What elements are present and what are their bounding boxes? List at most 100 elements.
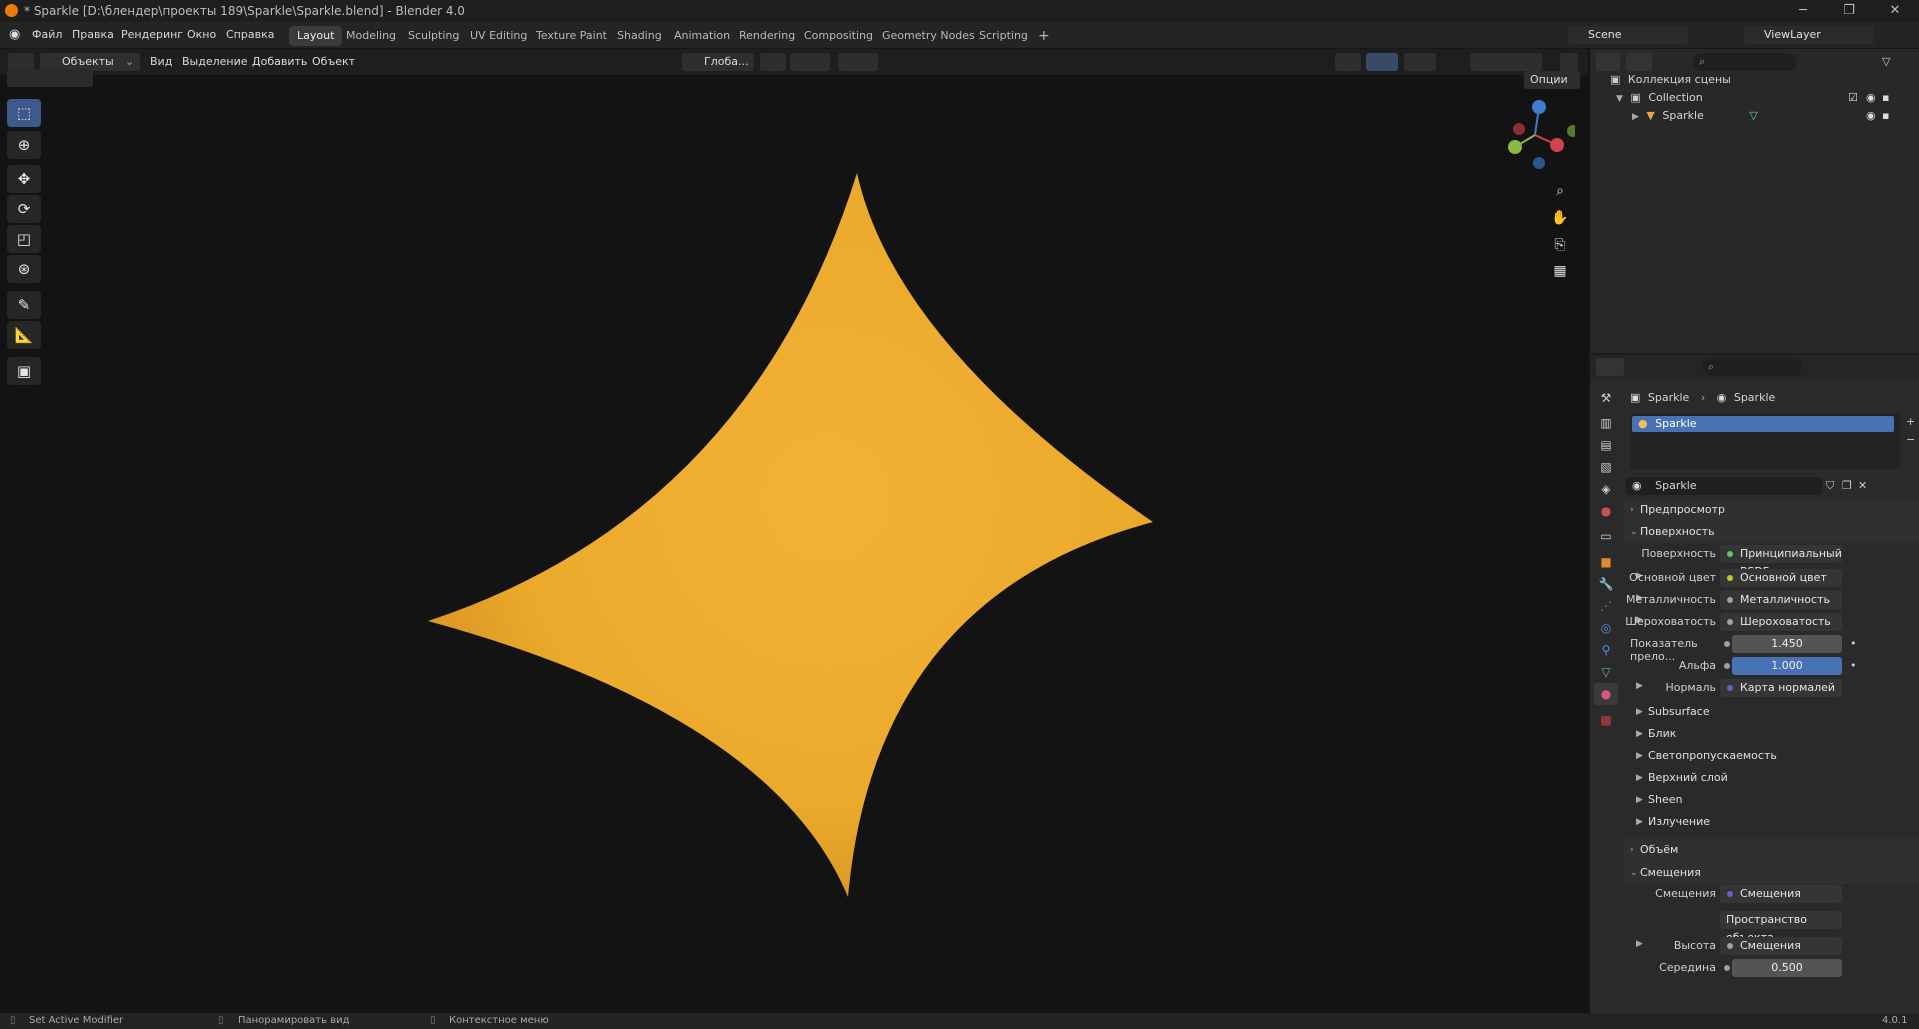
tab-texture-paint[interactable]: Texture Paint <box>528 26 615 46</box>
outliner-type-button[interactable] <box>1596 53 1620 71</box>
3d-viewport[interactable]: Опции ⬚ ⊕ ✥ ⟳ ◰ ⊛ ✎ 📐 ▣ ⌕ ✋ ⎘ ▦ <box>0 69 1588 1013</box>
subpanel-emission[interactable]: ▶ Излучение <box>1624 811 1919 833</box>
material-slot-active[interactable]: ● Sparkle <box>1632 416 1894 432</box>
outliner-row-sparkle[interactable]: ▶ ▼ Sparkle ▽ ◉ ▪ <box>1632 107 1889 125</box>
modifier-tab-icon[interactable]: 🔧 <box>1594 573 1618 595</box>
tool-tab-icon[interactable]: ⚒ <box>1594 387 1618 409</box>
collection-tab-icon[interactable]: ▭ <box>1594 525 1618 547</box>
expand-arrow-icon[interactable]: ▼ <box>1616 94 1623 104</box>
axis-x-icon[interactable] <box>1550 138 1564 152</box>
menu-object[interactable]: Объект <box>312 53 355 71</box>
tab-geometry-nodes[interactable]: Geometry Nodes <box>874 26 983 46</box>
displacement-space-select[interactable]: Пространство объекта <box>1720 911 1842 944</box>
pause-button[interactable] <box>1560 53 1578 71</box>
proportional-edit-button[interactable] <box>838 53 878 71</box>
maximize-button[interactable]: ❐ <box>1826 0 1872 22</box>
midlevel-field[interactable]: 0.500 <box>1732 959 1842 977</box>
sparkle-object[interactable] <box>0 75 1588 1013</box>
material-slot-list[interactable]: ● Sparkle <box>1630 413 1900 469</box>
duplicate-icon[interactable]: ❐ <box>1842 479 1852 492</box>
overlay-button[interactable] <box>1404 53 1436 71</box>
menu-view[interactable]: Вид <box>150 53 172 71</box>
menu-select[interactable]: Выделение <box>182 53 248 71</box>
section-preview[interactable]: › Предпросмотр <box>1624 499 1919 521</box>
material-tab-icon[interactable]: ● <box>1594 683 1618 705</box>
tab-uv-editing[interactable]: UV Editing <box>462 26 535 46</box>
physics-tab-icon[interactable]: ◎ <box>1594 617 1618 639</box>
axis-y-icon[interactable] <box>1508 140 1522 154</box>
roughness-field[interactable]: Шероховатость <box>1720 613 1842 631</box>
keyframe-dot-icon[interactable]: • <box>1850 637 1857 650</box>
metallic-field[interactable]: Металличность <box>1720 591 1842 609</box>
tab-animation[interactable]: Animation <box>666 26 738 46</box>
zoom-icon[interactable]: ⌕ <box>1547 178 1573 204</box>
world-tab-icon[interactable]: ● <box>1594 500 1618 522</box>
menu-render[interactable]: Рендеринг <box>121 28 183 41</box>
menu-edit[interactable]: Правка <box>72 28 114 41</box>
texture-tab-icon[interactable]: ▩ <box>1594 709 1618 731</box>
subpanel-specular[interactable]: ▶ Блик <box>1624 723 1919 745</box>
unlink-icon[interactable]: ✕ <box>1858 479 1867 492</box>
visibility-button[interactable] <box>1335 53 1361 71</box>
close-button[interactable]: ✕ <box>1872 0 1918 22</box>
menu-file[interactable]: Файл <box>32 28 62 41</box>
menu-add[interactable]: Добавить <box>252 53 307 71</box>
subpanel-sheen[interactable]: ▶ Sheen <box>1624 789 1919 811</box>
minimize-button[interactable]: ─ <box>1780 0 1826 22</box>
ior-field[interactable]: 1.450 <box>1732 635 1842 653</box>
pivot-button[interactable] <box>760 53 786 71</box>
particles-tab-icon[interactable]: ⋰ <box>1594 595 1618 617</box>
tab-compositing[interactable]: Compositing <box>796 26 881 46</box>
alpha-field[interactable]: 1.000 <box>1732 657 1842 675</box>
constraints-tab-icon[interactable]: ⚲ <box>1594 639 1618 661</box>
eye-icon[interactable]: ◉ <box>1866 107 1876 125</box>
data-tab-icon[interactable]: ▽ <box>1594 661 1618 683</box>
keyframe-dot-icon[interactable]: • <box>1850 659 1857 672</box>
checkbox-icon[interactable]: ☑ <box>1848 89 1858 107</box>
snap-button[interactable] <box>790 53 830 71</box>
tab-layout[interactable]: Layout <box>289 26 343 46</box>
outliner-row-collection[interactable]: ▼ ▣ Collection ☑ ◉ ▪ <box>1616 89 1889 107</box>
displacement-field[interactable]: Смещения <box>1720 885 1842 903</box>
remove-slot-button[interactable]: − <box>1906 433 1915 446</box>
render-camera-icon[interactable]: ▪ <box>1882 107 1889 125</box>
shading-buttons[interactable] <box>1470 53 1542 71</box>
gizmo-button[interactable] <box>1366 53 1398 71</box>
expand-arrow-icon[interactable]: ▶ <box>1632 112 1639 122</box>
filter-icon[interactable]: ▽ <box>1882 55 1890 68</box>
material-name-field[interactable]: ◉ Sparkle <box>1626 477 1822 495</box>
display-mode-button[interactable] <box>1626 53 1652 71</box>
subpanel-subsurface[interactable]: ▶ Subsurface <box>1624 701 1919 723</box>
normal-field[interactable]: Карта нормалей <box>1720 679 1842 697</box>
section-surface[interactable]: ⌄ Поверхность <box>1624 521 1919 543</box>
render-camera-icon[interactable]: ▪ <box>1882 89 1889 107</box>
grid-view-icon[interactable]: ▦ <box>1547 258 1573 284</box>
section-displacement[interactable]: ⌄ Смещения <box>1624 862 1919 884</box>
subpanel-coat[interactable]: ▶ Верхний слой <box>1624 767 1919 789</box>
material-browse-icon[interactable]: ◉ <box>1632 479 1642 492</box>
add-slot-button[interactable]: + <box>1906 415 1915 428</box>
orientation-selector[interactable]: Глоба... <box>682 53 754 71</box>
object-tab-icon[interactable]: ■ <box>1594 551 1618 573</box>
tab-rendering[interactable]: Rendering <box>731 26 803 46</box>
axis-z-icon[interactable] <box>1532 100 1546 114</box>
menu-help[interactable]: Справка <box>226 28 274 41</box>
subpanel-transmission[interactable]: ▶ Светопропускаемость <box>1624 745 1919 767</box>
render-tab-icon[interactable]: ▥ <box>1594 412 1618 434</box>
base-color-field[interactable]: Основной цвет <box>1720 569 1842 587</box>
camera-icon[interactable]: ⎘ <box>1547 232 1573 258</box>
scene-tab-icon[interactable]: ◈ <box>1594 478 1618 500</box>
fake-user-icon[interactable]: ⛉ <box>1826 479 1834 493</box>
navigation-gizmo[interactable] <box>1495 95 1575 175</box>
height-field[interactable]: Смещения <box>1720 937 1842 955</box>
output-tab-icon[interactable]: ▤ <box>1594 434 1618 456</box>
properties-search-input[interactable]: ⌕ <box>1702 358 1802 376</box>
view-layer-selector[interactable]: ViewLayer <box>1744 26 1874 44</box>
view-layer-tab-icon[interactable]: ▧ <box>1594 456 1618 478</box>
properties-type-button[interactable] <box>1596 358 1624 376</box>
outliner-search-input[interactable]: ⌕ <box>1693 53 1797 71</box>
add-workspace-button[interactable]: + <box>1030 26 1058 46</box>
tab-shading[interactable]: Shading <box>609 26 670 46</box>
section-volume[interactable]: › Объём <box>1624 839 1919 861</box>
tab-sculpting[interactable]: Sculpting <box>400 26 467 46</box>
